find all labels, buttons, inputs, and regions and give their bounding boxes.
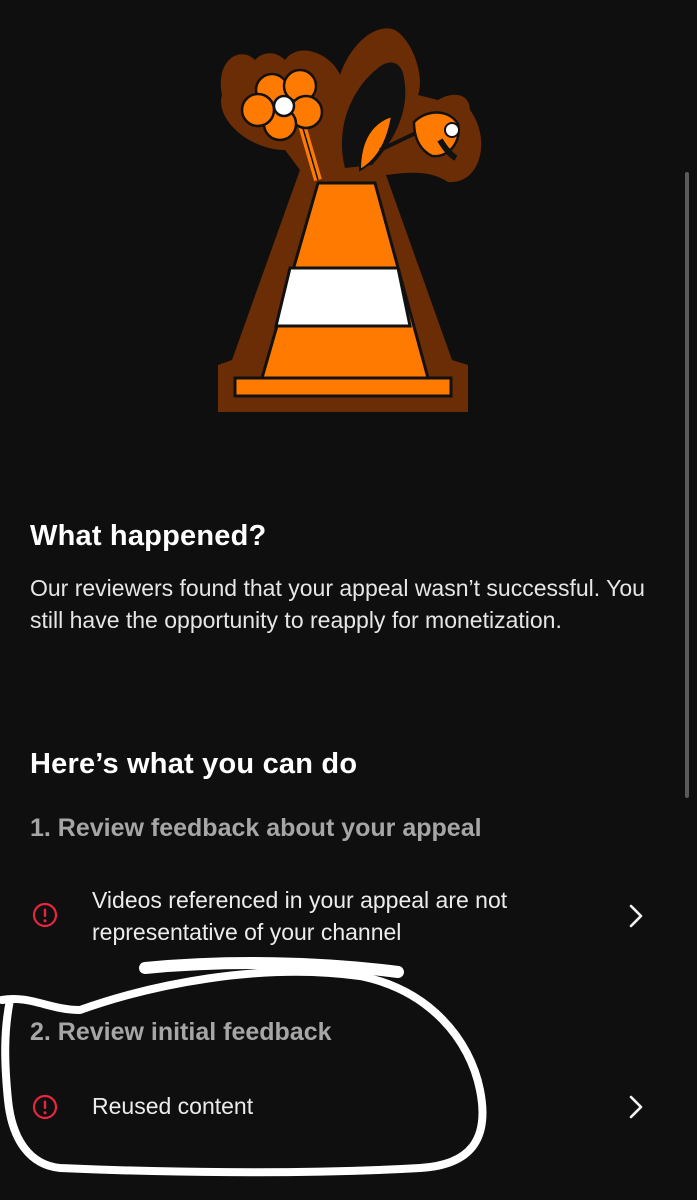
- chevron-right-icon: [629, 904, 643, 928]
- alert-circle-icon: [32, 1094, 58, 1120]
- feedback-item-reused-content[interactable]: Reused content: [0, 1090, 697, 1124]
- what-happened-body: Our reviewers found that your appeal was…: [30, 575, 645, 633]
- step-2-title: 2. Review initial feedback: [30, 1018, 332, 1046]
- feedback-item-label: Reused content: [92, 1093, 254, 1119]
- traffic-cone-illustration: [218, 28, 482, 413]
- chevron-right-icon: [629, 1095, 643, 1119]
- feedback-item-appeal[interactable]: Videos referenced in your appeal are not…: [0, 884, 697, 948]
- alert-circle-icon: [32, 902, 58, 928]
- what-you-can-do-heading: Here’s what you can do: [30, 748, 358, 780]
- scrollbar[interactable]: [685, 172, 689, 798]
- step-1-title: 1. Review feedback about your appeal: [30, 814, 482, 842]
- what-happened-heading: What happened?: [30, 520, 267, 552]
- feedback-item-label: Videos referenced in your appeal are not…: [92, 887, 508, 945]
